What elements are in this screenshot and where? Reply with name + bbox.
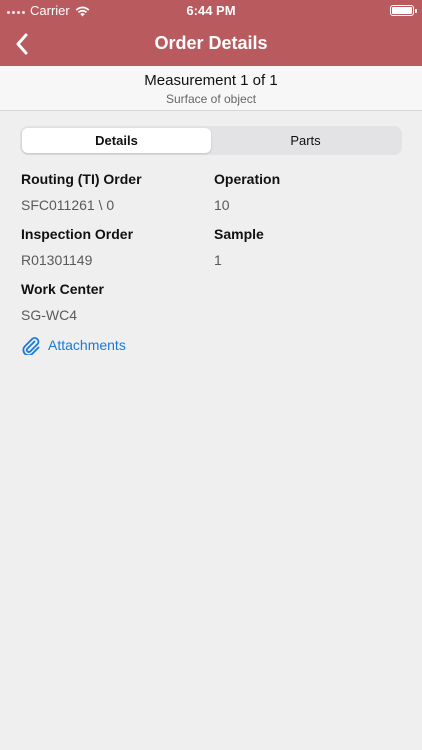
measurement-header: Measurement 1 of 1 Surface of object xyxy=(0,66,422,111)
navigation-bar: Order Details xyxy=(0,21,422,66)
chevron-left-icon xyxy=(16,33,28,55)
routing-order-value: SFC011261 \ 0 xyxy=(21,197,115,213)
sample-label: Sample xyxy=(214,226,264,242)
wifi-icon xyxy=(75,6,90,16)
measurement-title: Measurement 1 of 1 xyxy=(144,72,278,89)
back-button[interactable] xyxy=(10,30,34,58)
attachments-link[interactable]: Attachments xyxy=(21,335,126,355)
tab-parts[interactable]: Parts xyxy=(211,128,400,153)
segmented-control: Details Parts xyxy=(20,126,402,155)
attachments-label: Attachments xyxy=(48,337,126,353)
signal-icon xyxy=(7,11,25,14)
carrier-label: Carrier xyxy=(30,3,70,18)
battery-icon xyxy=(390,5,417,16)
sample-value: 1 xyxy=(214,252,222,268)
routing-order-label: Routing (TI) Order xyxy=(21,171,142,187)
operation-label: Operation xyxy=(214,171,281,187)
operation-value: 10 xyxy=(214,197,230,213)
page-title: Order Details xyxy=(154,33,268,53)
work-center-label: Work Center xyxy=(21,281,104,297)
work-center-value: SG-WC4 xyxy=(21,307,77,323)
paperclip-icon xyxy=(22,337,40,355)
inspection-order-label: Inspection Order xyxy=(21,226,134,242)
inspection-order-value: R01301149 xyxy=(21,252,93,268)
status-bar: Carrier 6:44 PM xyxy=(0,0,422,21)
status-left: Carrier xyxy=(7,3,90,18)
measurement-subtitle: Surface of object xyxy=(165,92,257,106)
tab-details[interactable]: Details xyxy=(22,128,211,153)
